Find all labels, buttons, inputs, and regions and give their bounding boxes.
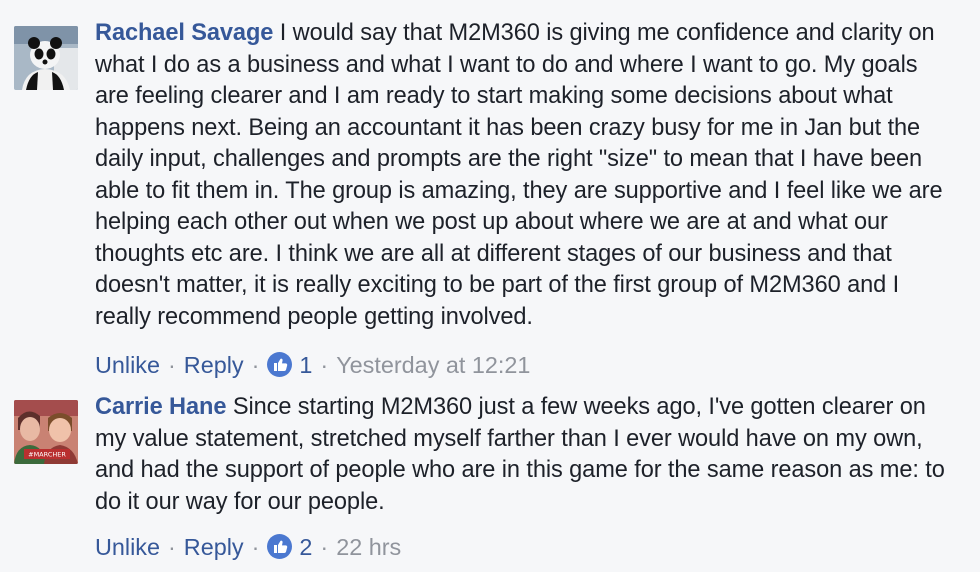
action-separator: · <box>168 352 176 378</box>
comment-timestamp[interactable]: 22 hrs <box>336 532 401 562</box>
two-people-avatar-icon: #MARCHER <box>14 400 78 464</box>
reply-button[interactable]: Reply <box>184 532 244 562</box>
like-reaction-badge[interactable] <box>267 351 293 377</box>
thumbs-up-icon <box>273 540 288 553</box>
avatar-badge-text: #MARCHER <box>28 451 66 459</box>
comment-actions: Unlike · Reply · 2 · 22 hrs <box>95 532 401 562</box>
thumbs-up-icon <box>273 358 288 371</box>
unlike-button[interactable]: Unlike <box>95 532 160 562</box>
comment-text: I would say that M2M360 is giving me con… <box>95 20 943 330</box>
reply-button[interactable]: Reply <box>184 350 244 380</box>
like-count[interactable]: 2 <box>299 532 312 562</box>
like-count[interactable]: 1 <box>299 350 312 380</box>
action-separator: · <box>251 352 260 378</box>
action-separator: · <box>251 534 260 560</box>
like-reaction-badge[interactable] <box>267 533 293 559</box>
comment-body: Rachael Savage I would say that M2M360 i… <box>95 18 955 333</box>
action-separator: · <box>168 534 176 560</box>
comment-author-link[interactable]: Carrie Hane <box>95 394 226 420</box>
comment-body: Carrie Hane Since starting M2M360 just a… <box>95 392 955 518</box>
comment-timestamp[interactable]: Yesterday at 12:21 <box>336 350 530 380</box>
avatar[interactable]: #MARCHER <box>14 400 78 464</box>
comment-actions: Unlike · Reply · 1 · Yesterday at 12:21 <box>95 350 530 380</box>
comment-author-link[interactable]: Rachael Savage <box>95 20 273 46</box>
panda-costume-avatar-icon <box>14 26 78 90</box>
avatar[interactable] <box>14 26 78 90</box>
action-separator: · <box>320 534 329 560</box>
action-separator: · <box>320 352 329 378</box>
unlike-button[interactable]: Unlike <box>95 350 160 380</box>
